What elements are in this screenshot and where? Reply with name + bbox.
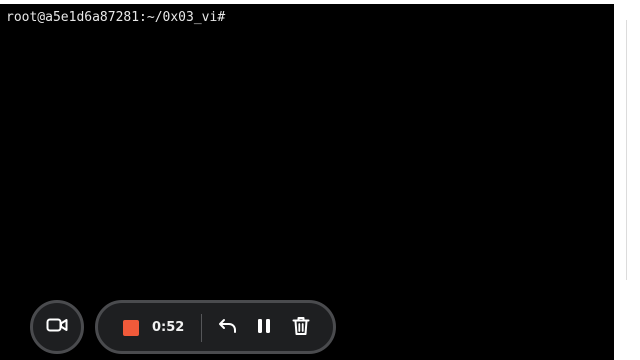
scrollbar-track [626,20,627,280]
recording-controls: 0:52 [95,300,336,354]
screen: root@a5e1d6a87281:~/0x03_vi# 0:52 [0,0,640,360]
terminal-prompt: root@a5e1d6a87281:~/0x03_vi# [6,10,226,25]
recording-timer: 0:52 [152,320,185,335]
undo-arrow-icon [218,317,238,339]
delete-recording-button[interactable] [288,315,314,341]
scrollbar[interactable] [614,0,640,360]
recording-toolbar: 0:52 [0,296,340,360]
restart-recording-button[interactable] [215,315,241,341]
video-camera-icon [46,317,68,337]
controls-divider [201,314,202,342]
pause-icon [256,317,272,339]
camera-toggle-button[interactable] [30,300,84,354]
trash-icon [292,316,310,340]
stop-recording-button[interactable] [123,320,139,336]
pause-recording-button[interactable] [251,315,277,341]
